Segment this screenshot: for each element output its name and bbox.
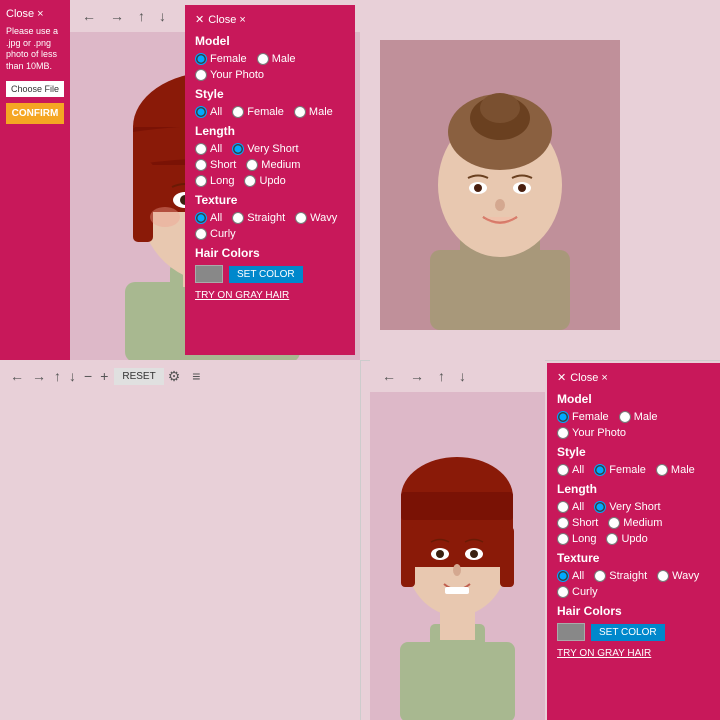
br-color-swatch[interactable]	[557, 623, 585, 641]
length-vshort-option[interactable]: Very Short	[232, 143, 298, 155]
upload-instructions: Please use a .jpg or .png photo of less …	[6, 26, 64, 73]
br-color-swatch-row: SET COLOR	[557, 623, 710, 641]
bottom-right-hair-image	[370, 392, 545, 720]
model-radio-group: Female Male Your Photo	[195, 53, 345, 81]
bl-zoom-in-button[interactable]: +	[98, 366, 110, 386]
br-close-icon: ✕	[557, 371, 566, 384]
br-nav-down-button[interactable]: ↓	[455, 366, 470, 386]
color-swatch[interactable]	[195, 265, 223, 283]
br-try-gray-hair-button[interactable]: TRY ON GRAY HAIR	[557, 648, 651, 659]
br-model-your-photo-option[interactable]: Your Photo	[557, 427, 626, 439]
br-nav-right-button[interactable]: →	[406, 366, 428, 386]
bottom-right-nav-bar: ← → ↑ ↓	[370, 360, 545, 392]
br-length-radio-group: All Very Short Short Medium Long Updo	[557, 501, 710, 545]
texture-curly-option[interactable]: Curly	[195, 228, 236, 240]
br-length-short-option[interactable]: Short	[557, 517, 598, 529]
hair-colors-title: Hair Colors	[195, 246, 345, 260]
bottom-left-toolbar: ← → ↑ ↓ − + RESET ⚙ ≡	[0, 360, 360, 392]
br-style-all-option[interactable]: All	[557, 464, 584, 476]
br-length-vshort-option[interactable]: Very Short	[594, 501, 660, 513]
br-nav-up-button[interactable]: ↑	[434, 366, 449, 386]
texture-radio-group: All Straight Wavy Curly	[195, 212, 345, 240]
choose-file-button[interactable]: Choose File	[6, 81, 64, 97]
bl-nav-up-button[interactable]: ↑	[52, 366, 63, 386]
br-texture-radio-group: All Straight Wavy Curly	[557, 570, 710, 598]
bl-nav-left-button[interactable]: ←	[8, 366, 26, 386]
top-left-settings-panel: ✕ Close × Model Female Male Your Photo S…	[185, 5, 355, 355]
top-right-quadrant	[360, 0, 720, 360]
br-texture-wavy-option[interactable]: Wavy	[657, 570, 699, 582]
nav-left-button[interactable]: ←	[78, 6, 100, 26]
br-model-radio-group: Female Male Your Photo	[557, 411, 710, 439]
br-model-male-option[interactable]: Male	[619, 411, 658, 423]
br-length-updo-option[interactable]: Updo	[606, 533, 647, 545]
top-left-nav-bar: ← → ↑ ↓	[70, 0, 185, 32]
length-section-title: Length	[195, 124, 345, 138]
br-texture-title: Texture	[557, 551, 710, 565]
br-length-all-option[interactable]: All	[557, 501, 584, 513]
style-male-option[interactable]: Male	[294, 106, 333, 118]
texture-section-title: Texture	[195, 193, 345, 207]
br-close-button[interactable]: ✕ Close ×	[557, 371, 710, 384]
bl-zoom-out-button[interactable]: −	[82, 366, 94, 386]
reset-button[interactable]: RESET	[114, 368, 163, 385]
texture-wavy-option[interactable]: Wavy	[295, 212, 337, 224]
close-icon: ✕	[195, 13, 204, 26]
upload-panel: Close × Please use a .jpg or .png photo …	[0, 0, 70, 360]
br-model-title: Model	[557, 392, 710, 406]
upload-close-button[interactable]: Close ×	[6, 8, 64, 20]
br-length-medium-option[interactable]: Medium	[608, 517, 662, 529]
try-gray-hair-button[interactable]: TRY ON GRAY HAIR	[195, 290, 289, 301]
length-long-option[interactable]: Long	[195, 175, 234, 187]
texture-all-option[interactable]: All	[195, 212, 222, 224]
br-nav-left-button[interactable]: ←	[378, 366, 400, 386]
length-radio-group: All Very Short Short Medium Long Updo	[195, 143, 345, 187]
br-style-radio-group: All Female Male	[557, 464, 710, 476]
nav-right-button[interactable]: →	[106, 6, 128, 26]
set-color-button[interactable]: SET COLOR	[229, 266, 303, 283]
top-left-close-button[interactable]: ✕ Close ×	[195, 13, 345, 26]
br-style-male-option[interactable]: Male	[656, 464, 695, 476]
model-section-title: Model	[195, 34, 345, 48]
br-style-title: Style	[557, 445, 710, 459]
color-swatch-row: SET COLOR	[195, 265, 345, 283]
texture-straight-option[interactable]: Straight	[232, 212, 285, 224]
br-texture-all-option[interactable]: All	[557, 570, 584, 582]
br-texture-curly-option[interactable]: Curly	[557, 586, 598, 598]
br-model-female-option[interactable]: Female	[557, 411, 609, 423]
br-hair-colors-title: Hair Colors	[557, 604, 710, 618]
br-length-title: Length	[557, 482, 710, 496]
nav-up-button[interactable]: ↑	[134, 6, 149, 26]
style-section-title: Style	[195, 87, 345, 101]
br-length-long-option[interactable]: Long	[557, 533, 596, 545]
bl-nav-down-button[interactable]: ↓	[67, 366, 78, 386]
model-your-photo-option[interactable]: Your Photo	[195, 69, 264, 81]
bl-nav-right-button[interactable]: →	[30, 366, 48, 386]
br-style-female-option[interactable]: Female	[594, 464, 646, 476]
length-updo-option[interactable]: Updo	[244, 175, 285, 187]
br-set-color-button[interactable]: SET COLOR	[591, 624, 665, 641]
gear-icon[interactable]: ⚙	[168, 368, 181, 385]
main-photo	[380, 40, 620, 330]
model-male-option[interactable]: Male	[257, 53, 296, 65]
length-all-option[interactable]: All	[195, 143, 222, 155]
length-medium-option[interactable]: Medium	[246, 159, 300, 171]
bottom-right-settings-panel: ✕ Close × Model Female Male Your Photo S…	[547, 363, 720, 720]
style-female-option[interactable]: Female	[232, 106, 284, 118]
hamburger-menu-button[interactable]: ≡	[192, 368, 200, 384]
confirm-button[interactable]: CONFIRM	[6, 103, 64, 124]
model-female-option[interactable]: Female	[195, 53, 247, 65]
style-all-option[interactable]: All	[195, 106, 222, 118]
style-radio-group: All Female Male	[195, 106, 345, 118]
br-texture-straight-option[interactable]: Straight	[594, 570, 647, 582]
nav-down-button[interactable]: ↓	[155, 6, 170, 26]
length-short-option[interactable]: Short	[195, 159, 236, 171]
